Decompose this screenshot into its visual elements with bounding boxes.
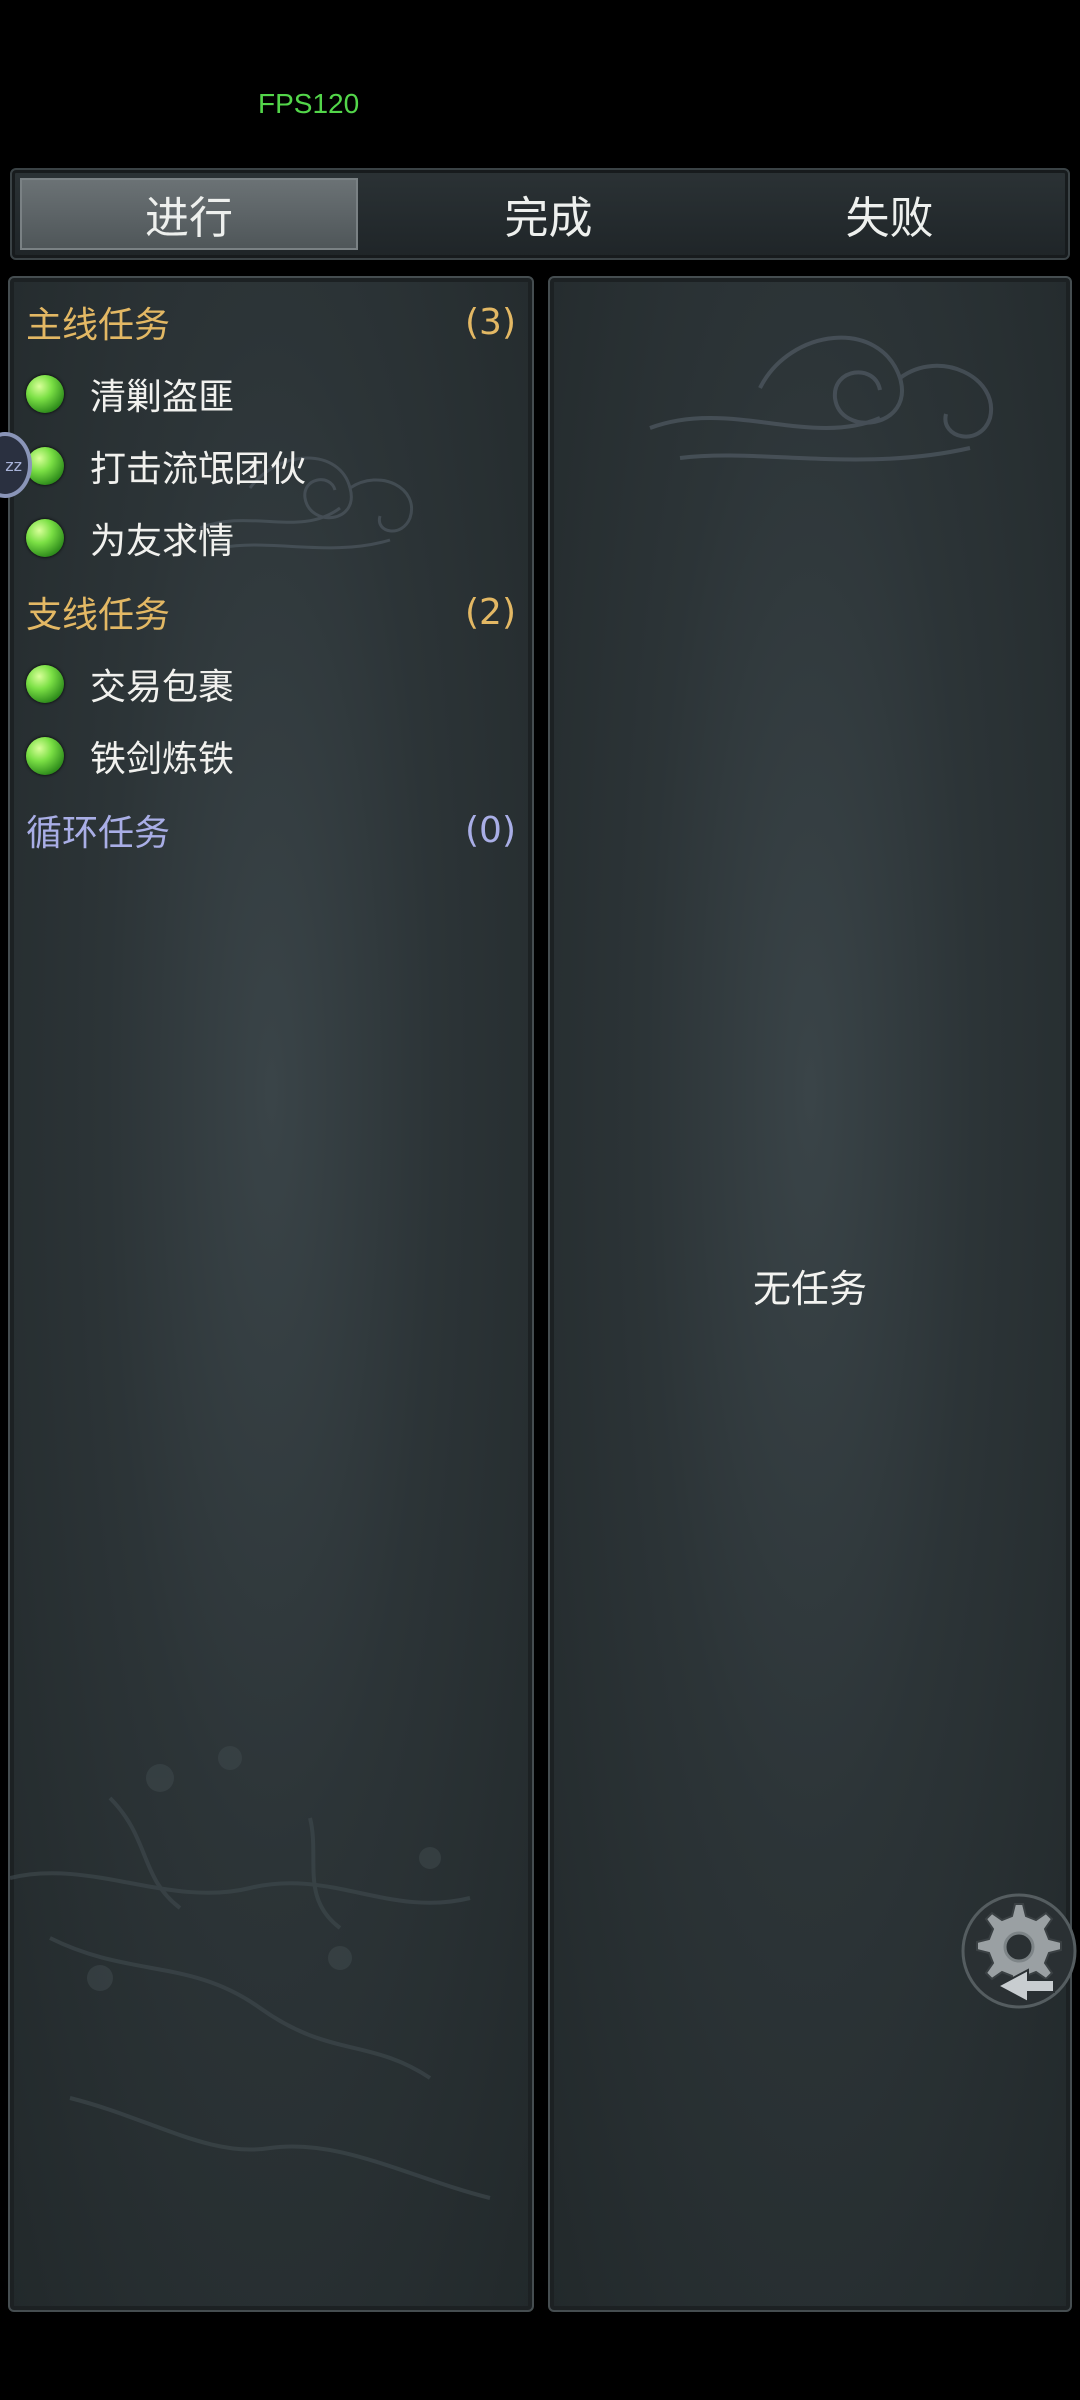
quest-list-panel: 主线任务 (3) 清剿盗匪 打击流氓团伙 为友求情 支线任务 (2) 交易包裹 …: [8, 276, 534, 2312]
green-orb-icon: [26, 665, 64, 703]
category-main-quests[interactable]: 主线任务 (3): [26, 292, 516, 352]
green-orb-icon: [26, 519, 64, 557]
quest-title: 为友求情: [90, 521, 235, 562]
gear-back-icon: [961, 1893, 1077, 2009]
fps-counter: FPS120: [258, 88, 360, 119]
quest-title: 铁剑炼铁: [90, 739, 235, 780]
category-title: 主线任务: [26, 305, 171, 346]
cloud-ornament: [649, 335, 994, 462]
quest-status-tabs: 进行 完成 失败: [10, 168, 1070, 260]
tab-completed[interactable]: 完成: [378, 178, 719, 250]
plum-branch-ornament: [10, 1746, 491, 2200]
green-orb-icon: [26, 737, 64, 775]
category-title: 支线任务: [26, 595, 171, 636]
quest-item[interactable]: 打击流氓团伙: [26, 436, 306, 496]
side-handle-label: zz: [5, 455, 22, 475]
quest-title: 交易包裹: [90, 667, 235, 708]
settings-back-button[interactable]: [958, 1890, 1080, 2012]
tab-in-progress[interactable]: 进行: [20, 178, 358, 250]
category-count: (3): [465, 301, 516, 343]
green-orb-icon: [26, 375, 64, 413]
quest-item[interactable]: 为友求情: [26, 508, 234, 568]
quest-title: 打击流氓团伙: [90, 449, 307, 490]
category-title: 循环任务: [26, 813, 171, 854]
empty-quest-text: 无任务: [752, 1267, 867, 1311]
category-loop-quests[interactable]: 循环任务 (0): [26, 800, 516, 860]
quest-title: 清剿盗匪: [90, 377, 235, 418]
category-side-quests[interactable]: 支线任务 (2): [26, 582, 516, 642]
quest-item[interactable]: 清剿盗匪: [26, 364, 234, 424]
quest-item[interactable]: 交易包裹: [26, 654, 234, 714]
category-count: (0): [465, 809, 516, 851]
category-count: (2): [465, 591, 516, 633]
quest-item[interactable]: 铁剑炼铁: [26, 726, 234, 786]
tab-failed[interactable]: 失败: [719, 178, 1060, 250]
